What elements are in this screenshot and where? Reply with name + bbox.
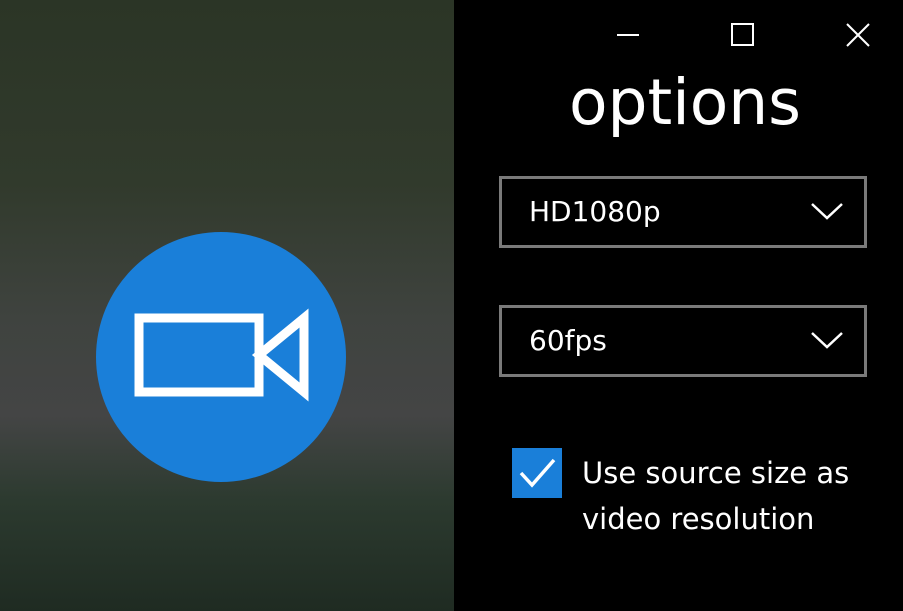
use-source-size-checkbox[interactable] [512,448,562,498]
chevron-down-icon [811,203,843,220]
minimize-icon [617,34,639,36]
framerate-dropdown[interactable]: 60fps [499,305,867,377]
record-button[interactable] [96,232,346,482]
label-line-2: video resolution [582,502,815,536]
maximize-button[interactable] [720,12,766,58]
options-panel: options HD1080p 60fps Use source size as… [454,0,903,611]
close-icon [846,23,870,47]
use-source-size-label: Use source size as video resolution [582,450,902,542]
minimize-button[interactable] [605,12,651,58]
video-camera-icon [134,308,309,402]
label-line-1: Use source size as [582,456,850,490]
checkmark-icon [519,458,556,488]
app-window: options HD1080p 60fps Use source size as… [0,0,903,611]
use-source-size-option[interactable]: Use source size as video resolution [512,446,892,546]
maximize-icon [731,23,754,46]
options-title: options [568,66,802,139]
close-button[interactable] [835,12,881,58]
video-preview [0,0,454,611]
resolution-dropdown[interactable]: HD1080p [499,176,867,248]
framerate-value: 60fps [529,324,607,357]
resolution-value: HD1080p [529,195,661,228]
chevron-down-icon [811,332,843,349]
